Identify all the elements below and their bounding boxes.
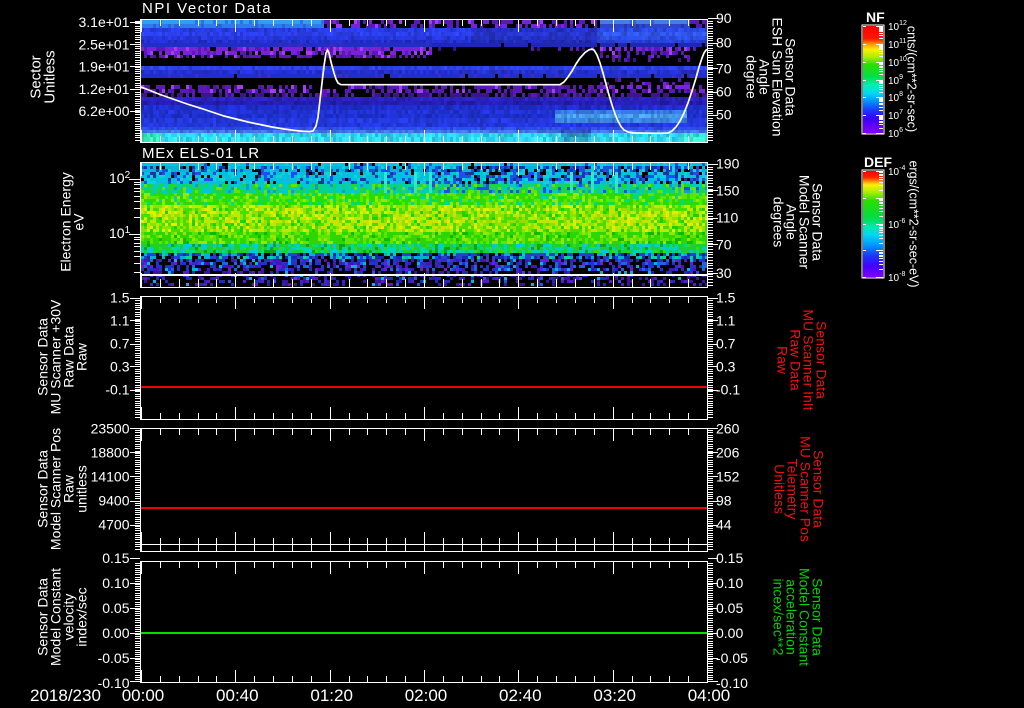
svg-text:152: 152 [716,469,740,485]
svg-text:23500: 23500 [91,420,130,436]
svg-text:degree: degree [744,55,760,99]
svg-text:6.2e+00: 6.2e+00 [79,103,130,119]
svg-text:30: 30 [716,265,732,281]
svg-text:1.9e+01: 1.9e+01 [79,59,130,75]
svg-text:2018/230: 2018/230 [30,686,101,705]
svg-text:14100: 14100 [91,469,130,485]
svg-text:incex/sec**2: incex/sec**2 [771,578,787,655]
svg-text:-0.05: -0.05 [98,650,130,666]
svg-text:0.15: 0.15 [716,550,743,566]
svg-text:98: 98 [716,493,732,509]
svg-text:70: 70 [716,237,732,253]
svg-text:18800: 18800 [91,444,130,460]
svg-text:Raw: Raw [775,346,791,375]
svg-text:110: 110 [716,210,739,226]
svg-text:Unitless: Unitless [772,464,788,514]
svg-text:90: 90 [716,10,732,26]
svg-text:0.00: 0.00 [102,625,129,641]
svg-text:01:20: 01:20 [310,686,353,705]
svg-text:0.10: 0.10 [716,575,743,591]
svg-text:NPI Vector Data: NPI Vector Data [142,0,272,17]
svg-text:0.05: 0.05 [716,600,743,616]
svg-text:4700: 4700 [98,517,129,533]
svg-text:02:00: 02:00 [405,686,448,705]
svg-text:1.5: 1.5 [716,290,736,306]
svg-text:80: 80 [716,35,732,51]
svg-text:70: 70 [716,60,732,76]
svg-text:44: 44 [716,517,732,533]
svg-text:50: 50 [716,107,732,123]
svg-text:3.1e+01: 3.1e+01 [79,14,130,30]
svg-text:ergs/(cm**2-sr-sec-eV): ergs/(cm**2-sr-sec-eV) [907,160,921,287]
svg-text:degrees: degrees [771,197,787,248]
svg-text:190: 190 [716,156,740,172]
svg-text:0.00: 0.00 [716,625,743,641]
svg-text:260: 260 [716,420,740,436]
svg-text:0.05: 0.05 [102,600,129,616]
svg-text:9400: 9400 [98,493,129,509]
svg-text:2.5e+01: 2.5e+01 [79,36,130,52]
svg-text:02:40: 02:40 [499,686,542,705]
svg-text:03:20: 03:20 [593,686,636,705]
svg-text:index/sec: index/sec [73,587,89,646]
svg-text:Raw: Raw [73,342,89,371]
svg-text:unitless: unitless [73,465,89,512]
svg-text:0.10: 0.10 [102,575,129,591]
svg-text:eV: eV [70,213,86,231]
svg-text:60: 60 [716,84,732,100]
svg-text:-0.05: -0.05 [716,650,748,666]
svg-text:150: 150 [716,183,740,199]
svg-text:Unitless: Unitless [41,50,58,103]
svg-text:1.5: 1.5 [110,290,130,306]
svg-text:206: 206 [716,444,740,460]
svg-text:-0.1: -0.1 [105,382,129,398]
svg-text:MEx ELS-01 LR: MEx ELS-01 LR [142,145,260,162]
svg-text:1.1: 1.1 [716,313,736,329]
svg-text:00:00: 00:00 [122,686,165,705]
svg-text:04:00: 04:00 [688,686,731,705]
svg-text:1.1: 1.1 [110,313,130,329]
svg-text:0.3: 0.3 [716,359,736,375]
svg-text:1.2e+01: 1.2e+01 [79,81,130,97]
svg-text:-0.1: -0.1 [716,382,740,398]
svg-text:0.7: 0.7 [110,336,130,352]
svg-text:0.3: 0.3 [110,359,130,375]
svg-text:0.7: 0.7 [716,336,736,352]
svg-text:cnts/(cm**2-sr-sec): cnts/(cm**2-sr-sec) [905,26,919,132]
svg-text:00:40: 00:40 [216,686,259,705]
svg-text:0.15: 0.15 [102,550,129,566]
svg-text:NF: NF [866,9,885,25]
